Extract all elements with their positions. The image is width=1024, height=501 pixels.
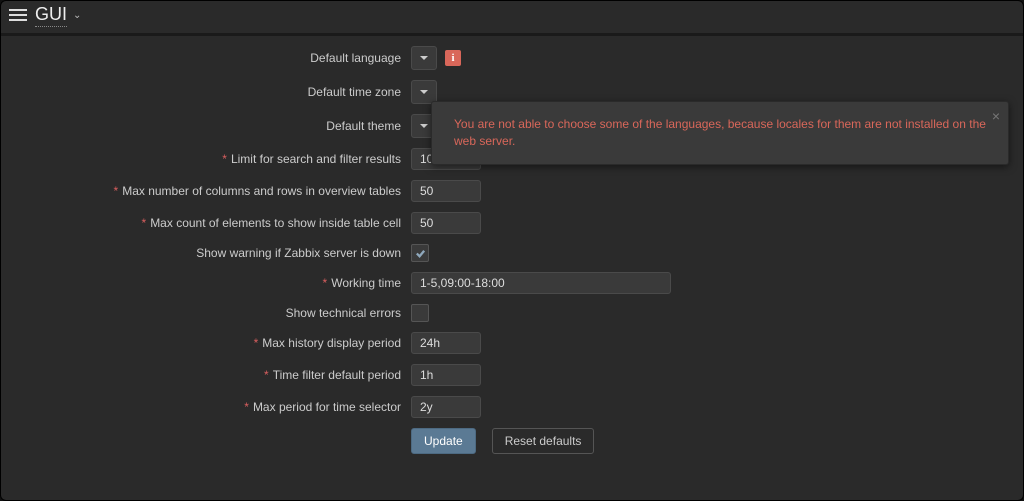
info-icon[interactable]: i — [445, 50, 461, 66]
label-default-language: Default language — [310, 51, 401, 65]
working-time-input[interactable] — [411, 272, 671, 294]
reset-defaults-button[interactable]: Reset defaults — [492, 428, 595, 454]
label-max-columns-rows: Max number of columns and rows in overvi… — [122, 184, 401, 198]
label-max-period-selector: Max period for time selector — [253, 400, 401, 414]
label-default-theme: Default theme — [326, 119, 401, 133]
label-limit-results: Limit for search and filter results — [231, 152, 401, 166]
language-warning-text: You are not able to choose some of the l… — [454, 116, 986, 150]
required-marker: * — [114, 184, 119, 198]
max-cell-elements-input[interactable] — [411, 212, 481, 234]
required-marker: * — [142, 216, 147, 230]
label-max-cell-elements: Max count of elements to show inside tab… — [150, 216, 401, 230]
update-button[interactable]: Update — [411, 428, 476, 454]
required-marker: * — [254, 336, 259, 350]
label-max-history-period: Max history display period — [262, 336, 401, 350]
close-icon[interactable]: × — [992, 108, 1000, 124]
chevron-down-icon — [419, 53, 429, 63]
required-marker: * — [264, 368, 269, 382]
check-icon — [415, 248, 426, 259]
max-period-selector-input[interactable] — [411, 396, 481, 418]
max-columns-rows-input[interactable] — [411, 180, 481, 202]
show-server-down-checkbox[interactable] — [411, 244, 429, 262]
required-marker: * — [222, 152, 227, 166]
separator — [1, 33, 1023, 36]
gui-settings-window: GUI ⌄ Default language i Default time zo… — [0, 0, 1024, 501]
label-time-filter-default: Time filter default period — [273, 368, 401, 382]
time-filter-default-input[interactable] — [411, 364, 481, 386]
label-default-time-zone: Default time zone — [308, 85, 401, 99]
show-tech-errors-checkbox[interactable] — [411, 304, 429, 322]
required-marker: * — [244, 400, 249, 414]
page-title[interactable]: GUI — [35, 4, 67, 27]
hamburger-icon[interactable] — [9, 6, 27, 24]
language-warning-popover: × You are not able to choose some of the… — [431, 101, 1009, 165]
chevron-down-icon — [419, 121, 429, 131]
chevron-down-icon — [419, 87, 429, 97]
chevron-down-icon[interactable]: ⌄ — [73, 10, 81, 21]
title-bar: GUI ⌄ — [1, 1, 1023, 29]
label-working-time: Working time — [331, 276, 401, 290]
required-marker: * — [323, 276, 328, 290]
default-language-select[interactable] — [411, 46, 437, 70]
label-show-tech-errors: Show technical errors — [286, 306, 401, 320]
label-show-server-down: Show warning if Zabbix server is down — [196, 246, 401, 260]
max-history-period-input[interactable] — [411, 332, 481, 354]
